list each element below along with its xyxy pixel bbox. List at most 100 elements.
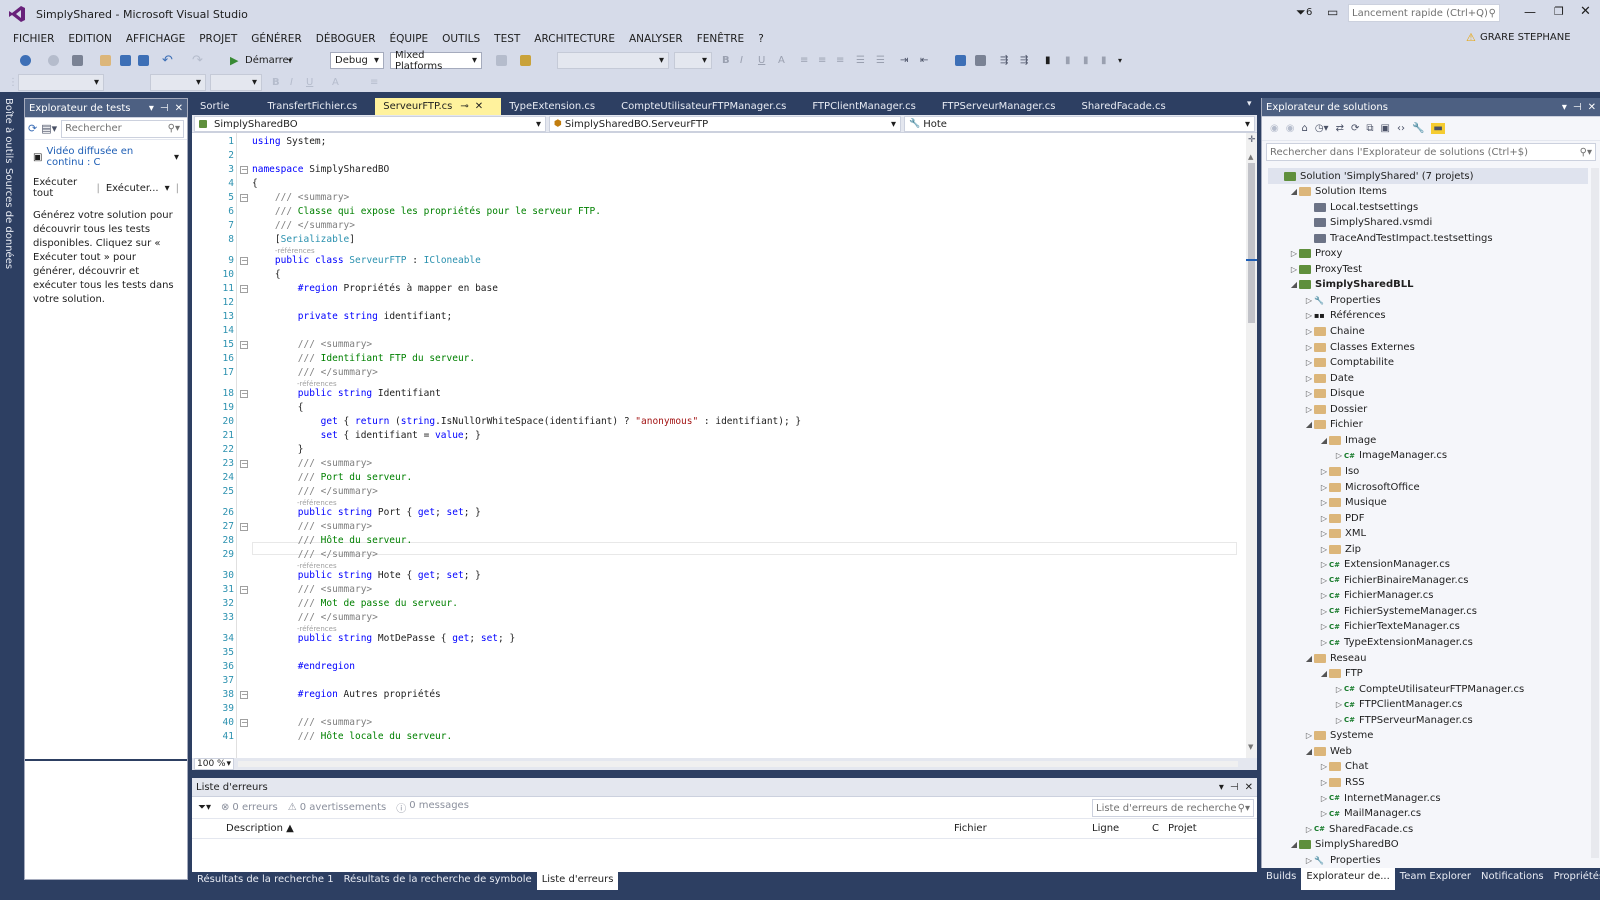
expanded-arrow-icon[interactable]: ◢: [1304, 420, 1314, 429]
save-all-icon[interactable]: [138, 52, 149, 69]
doc-tab[interactable]: SharedFacade.cs: [1073, 98, 1183, 115]
expanded-arrow-icon[interactable]: ◢: [1304, 747, 1314, 756]
code-editor[interactable]: 1 using System; 2 3− namespace SimplySharedB…: [192, 133, 1257, 758]
errors-toggle[interactable]: ⊗ 0 erreurs: [221, 802, 278, 813]
underline-icon[interactable]: U: [306, 74, 313, 91]
collapsed-arrow-icon[interactable]: ▷: [1319, 794, 1329, 803]
pin-icon[interactable]: ⊣: [1573, 102, 1582, 113]
open-file-icon[interactable]: [100, 52, 111, 69]
code-line[interactable]: /// <summary>: [252, 521, 372, 532]
back-icon[interactable]: ◉: [1270, 123, 1279, 134]
font-color-icon[interactable]: A: [332, 74, 339, 91]
menu-item[interactable]: EDITION: [61, 33, 118, 45]
column-c[interactable]: C: [1152, 823, 1159, 834]
platform-select[interactable]: Mixed Platforms ▾: [390, 50, 482, 72]
new-project-icon[interactable]: [72, 52, 83, 69]
collapsed-arrow-icon[interactable]: ▷: [1319, 545, 1329, 554]
tree-node[interactable]: ▷ Comptabilite: [1304, 355, 1394, 371]
collapsed-arrow-icon[interactable]: ▷: [1334, 685, 1344, 694]
collapsed-arrow-icon[interactable]: ▷: [1304, 731, 1314, 740]
scroll-thumb[interactable]: [1248, 163, 1255, 323]
code-line[interactable]: namespace SimplySharedBO: [252, 164, 389, 175]
collapsed-arrow-icon[interactable]: ▷: [1304, 358, 1314, 367]
align-left-icon[interactable]: ≡: [800, 52, 808, 69]
error-search-input[interactable]: Liste d'erreurs de recherche ⚲▾: [1092, 799, 1254, 817]
code-line[interactable]: [Serializable]: [252, 234, 355, 245]
code-line[interactable]: /// Classe qui expose les propriétés pou…: [252, 206, 601, 217]
close-icon[interactable]: ✕: [1588, 102, 1596, 113]
code-line[interactable]: /// </summary>: [252, 220, 355, 231]
collapsed-arrow-icon[interactable]: ▷: [1319, 778, 1329, 787]
tree-node[interactable]: ▷ C# FichierManager.cs: [1319, 588, 1434, 604]
font-combo[interactable]: ▾: [150, 74, 206, 91]
collapsed-arrow-icon[interactable]: ▷: [1319, 514, 1329, 523]
filter-icon[interactable]: ⏷▾: [198, 802, 211, 813]
code-line[interactable]: /// Hôte locale du serveur.: [252, 731, 452, 742]
undo-icon[interactable]: ↶: [162, 52, 173, 69]
pin-tab-icon[interactable]: ⊸: [460, 101, 468, 112]
start-icon[interactable]: ▶: [230, 52, 238, 69]
underline-icon[interactable]: U: [758, 52, 765, 69]
doc-tab[interactable]: FTPServeurManager.cs: [934, 98, 1074, 115]
collapsed-arrow-icon[interactable]: ▷: [1304, 296, 1314, 305]
pin-icon[interactable]: ⊣: [160, 103, 169, 114]
split-icon[interactable]: ✛: [1248, 135, 1256, 145]
code-line[interactable]: public string Identifiant: [252, 388, 441, 399]
code-line[interactable]: /// </summary>: [252, 549, 378, 560]
collapsed-arrow-icon[interactable]: ▷: [1334, 451, 1344, 460]
code-line[interactable]: {: [252, 269, 281, 280]
tab-overflow-icon[interactable]: ▾: [1247, 99, 1252, 109]
codelens-references[interactable]: -références: [275, 247, 315, 255]
find-icon[interactable]: [520, 52, 531, 69]
preview-icon[interactable]: ▬: [1431, 123, 1445, 134]
tree-node[interactable]: ◢ SimplySharedBO: [1289, 837, 1399, 853]
clear-bookmarks-icon[interactable]: ▮: [1101, 52, 1107, 69]
menu-item[interactable]: DÉBOGUER: [309, 33, 383, 45]
pending-changes-icon[interactable]: ◷▾: [1315, 123, 1329, 134]
expanded-arrow-icon[interactable]: ◢: [1289, 280, 1299, 289]
tree-node[interactable]: ▷ C# MailManager.cs: [1319, 806, 1421, 822]
member-nav-select[interactable]: 🔧 Hote ▾: [904, 116, 1255, 132]
tree-node[interactable]: ▷ C# TypeExtensionManager.cs: [1319, 635, 1473, 651]
run-button[interactable]: Exécuter...: [106, 183, 159, 194]
tree-node[interactable]: ▷ C# FichierSystemeManager.cs: [1319, 603, 1477, 619]
column-line[interactable]: Ligne: [1092, 823, 1119, 834]
expanded-arrow-icon[interactable]: ◢: [1319, 436, 1329, 445]
list-icon[interactable]: ☰: [856, 52, 865, 69]
collapse-icon[interactable]: −: [240, 390, 248, 398]
collapsed-arrow-icon[interactable]: ▷: [1304, 825, 1314, 834]
collapsed-arrow-icon[interactable]: ▷: [1319, 529, 1329, 538]
bottom-tab[interactable]: Résultats de la recherche 1: [192, 872, 339, 890]
doc-tab[interactable]: FTPClientManager.cs: [804, 98, 933, 115]
tree-node[interactable]: ▷ RSS: [1319, 774, 1365, 790]
group-by-icon[interactable]: ▤▾: [41, 122, 57, 135]
back-icon[interactable]: [20, 52, 31, 69]
tree-node[interactable]: ▷ Systeme: [1304, 728, 1374, 744]
menu-item[interactable]: FICHIER: [6, 33, 61, 45]
column-project[interactable]: Projet: [1168, 823, 1197, 834]
bold-icon[interactable]: B: [272, 74, 280, 91]
start-dropdown-icon[interactable]: ▾: [288, 52, 292, 69]
panel-menu-icon[interactable]: ▾: [1219, 782, 1224, 793]
bottom-tab[interactable]: Liste d'erreurs: [536, 872, 619, 890]
collapse-icon[interactable]: −: [240, 719, 248, 727]
collapsed-arrow-icon[interactable]: ▷: [1319, 762, 1329, 771]
chevron-down-icon[interactable]: ▾: [165, 183, 170, 194]
tree-node[interactable]: ▷ Classes Externes: [1304, 339, 1415, 355]
code-line[interactable]: using System;: [252, 136, 326, 147]
collapse-icon[interactable]: −: [240, 691, 248, 699]
tree-node[interactable]: Solution 'SimplyShared' (7 projets): [1268, 168, 1588, 184]
right-bottom-tab[interactable]: Team Explorer: [1395, 868, 1476, 890]
codelens-references[interactable]: -références: [297, 562, 337, 570]
tree-node[interactable]: ▷ XML: [1319, 526, 1366, 542]
project-nav-select[interactable]: SimplySharedBO ▾: [194, 116, 546, 132]
doc-tab[interactable]: ServeurFTP.cs ⊸ ✕: [375, 98, 502, 115]
horizontal-scrollbar[interactable]: [238, 761, 1238, 767]
tree-node[interactable]: ▷ C# ImageManager.cs: [1334, 448, 1447, 464]
collapsed-arrow-icon[interactable]: ▷: [1319, 498, 1329, 507]
scroll-up-icon[interactable]: ▲: [1248, 153, 1253, 161]
expanded-arrow-icon[interactable]: ◢: [1304, 654, 1314, 663]
right-bottom-tab[interactable]: Notifications: [1476, 868, 1549, 890]
collapsed-arrow-icon[interactable]: ▷: [1304, 389, 1314, 398]
collapse-icon[interactable]: −: [240, 194, 248, 202]
